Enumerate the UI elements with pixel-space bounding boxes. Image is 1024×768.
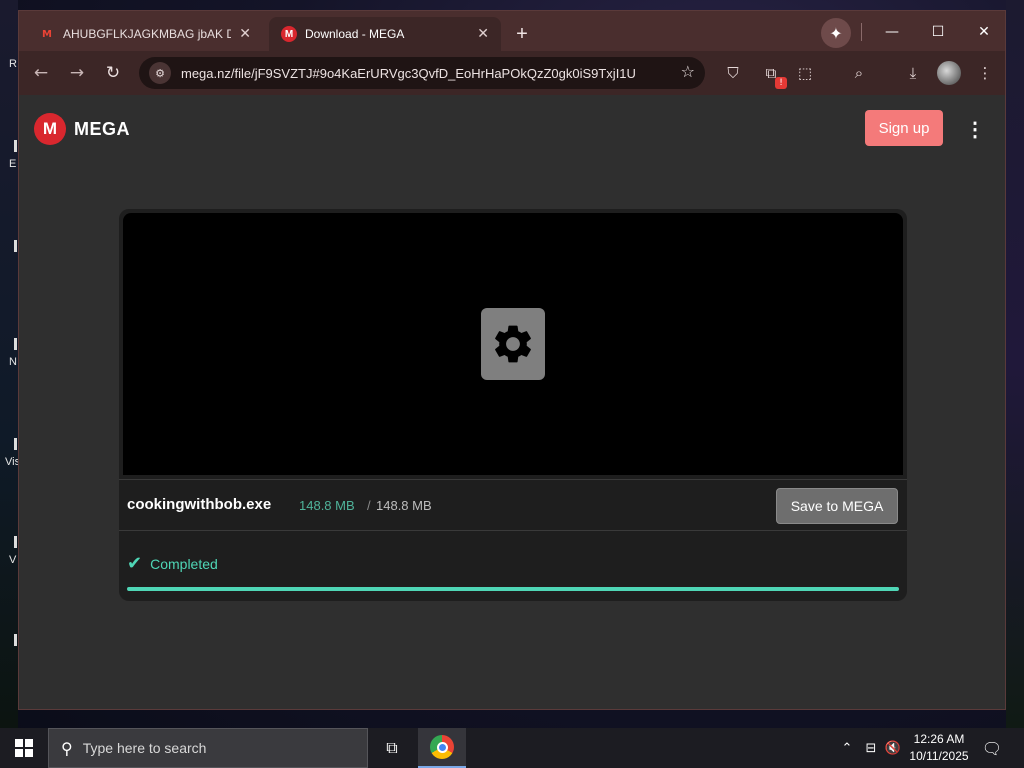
file-info-row: cookingwithbob.exe 148.8 MB / 148.8 MB S… bbox=[119, 479, 907, 531]
tab-gmail[interactable]: M AHUBGFLKJAGKMBAG jbAK DIY ✕ bbox=[27, 17, 263, 51]
mega-icon: M bbox=[281, 26, 297, 42]
tab-search-icon[interactable]: ⌕ bbox=[847, 61, 871, 85]
back-arrow-icon[interactable]: ← bbox=[27, 59, 55, 87]
desktop-icon[interactable] bbox=[14, 438, 17, 450]
shield-extension-icon[interactable]: ⛉ bbox=[721, 61, 745, 85]
progress-fill bbox=[127, 587, 899, 591]
mega-page: M MEGA Sign up ⋮ cookingwithbob.exe 148.… bbox=[19, 95, 1005, 709]
chevron-up-icon[interactable]: ⌃ bbox=[838, 738, 856, 758]
new-tab-button[interactable]: + bbox=[509, 21, 535, 47]
more-menu-icon[interactable]: ⋮ bbox=[965, 119, 985, 141]
desktop-icon[interactable] bbox=[14, 338, 17, 350]
download-icon[interactable]: ⤓ bbox=[901, 61, 925, 85]
size-separator: / bbox=[367, 498, 371, 513]
download-card: cookingwithbob.exe 148.8 MB / 148.8 MB S… bbox=[119, 209, 907, 601]
address-bar[interactable]: ⚙ mega.nz/file/jF9SVZTJ#9o4KaErURVgc3Qvf… bbox=[139, 57, 705, 89]
windows-start-icon[interactable] bbox=[0, 728, 48, 768]
chrome-icon bbox=[430, 735, 454, 759]
system-clock[interactable]: 12:26 AM 10/11/2025 bbox=[906, 731, 972, 765]
tab-title: AHUBGFLKJAGKMBAG jbAK DIY bbox=[63, 27, 232, 41]
notification-icon[interactable]: 🗨 bbox=[980, 736, 1004, 760]
mega-mark-icon: M bbox=[34, 113, 66, 145]
desktop-icon-label[interactable]: R bbox=[9, 58, 17, 70]
gmail-icon: M bbox=[42, 28, 52, 40]
gemini-sparkle-icon[interactable]: ✦ bbox=[821, 18, 851, 48]
tab-mega-download[interactable]: M Download - MEGA ✕ bbox=[269, 17, 501, 51]
profile-avatar[interactable] bbox=[937, 61, 961, 85]
desktop-right-edge bbox=[1006, 0, 1024, 728]
search-placeholder: Type here to search bbox=[82, 740, 207, 756]
volume-muted-icon[interactable]: 🔇 bbox=[884, 738, 902, 758]
search-icon: ⚲ bbox=[61, 738, 73, 758]
clock-time: 12:26 AM bbox=[913, 732, 965, 746]
tab-strip: M AHUBGFLKJAGKMBAG jbAK DIY ✕ M Download… bbox=[19, 11, 1005, 51]
progress-bar bbox=[127, 587, 899, 591]
tab-title: Download - MEGA bbox=[305, 27, 405, 41]
network-icon[interactable]: ⊟ bbox=[862, 738, 880, 758]
clock-date: 10/11/2025 bbox=[909, 749, 969, 763]
desktop-icon-label[interactable]: V bbox=[9, 554, 16, 566]
taskbar-search-input[interactable]: ⚲ Type here to search bbox=[48, 728, 368, 768]
task-view-icon[interactable]: ⧉ bbox=[372, 728, 412, 768]
downloaded-size: 148.8 MB bbox=[299, 498, 355, 513]
puzzle-extensions-icon[interactable]: ⬚ bbox=[793, 61, 817, 85]
close-window-button[interactable]: ✕ bbox=[961, 17, 1007, 47]
desktop-left-edge: R E N Vis V bbox=[0, 0, 20, 728]
close-tab-icon[interactable]: ✕ bbox=[239, 26, 251, 42]
download-status: ✔ Completed bbox=[127, 553, 218, 574]
minimize-button[interactable]: — bbox=[869, 17, 915, 47]
file-name: cookingwithbob.exe bbox=[127, 496, 272, 513]
desktop-icon[interactable] bbox=[14, 536, 17, 548]
desktop-icon[interactable] bbox=[14, 634, 17, 646]
bookmark-star-icon[interactable]: ☆ bbox=[681, 62, 695, 81]
desktop-icon-label[interactable]: N bbox=[9, 356, 17, 368]
gear-icon bbox=[481, 308, 545, 380]
mega-logo[interactable]: M MEGA bbox=[34, 113, 130, 145]
signup-button[interactable]: Sign up bbox=[865, 110, 943, 146]
close-tab-icon[interactable]: ✕ bbox=[477, 26, 489, 42]
status-text: Completed bbox=[150, 555, 218, 572]
browser-menu-icon[interactable]: ⋮ bbox=[973, 61, 997, 85]
browser-window: M AHUBGFLKJAGKMBAG jbAK DIY ✕ M Download… bbox=[18, 10, 1006, 710]
site-settings-icon[interactable]: ⚙ bbox=[149, 62, 171, 84]
divider bbox=[861, 23, 862, 41]
url-text[interactable]: mega.nz/file/jF9SVZTJ#9o4KaErURVgc3QvfD_… bbox=[181, 66, 671, 81]
extension-alert-icon[interactable]: ⧉! bbox=[759, 61, 787, 89]
save-to-mega-button[interactable]: Save to MEGA bbox=[776, 488, 898, 524]
maximize-button[interactable]: ☐ bbox=[915, 17, 961, 47]
taskbar: ⚲ Type here to search ⧉ ⌃ ⊟ 🔇 12:26 AM 1… bbox=[0, 728, 1024, 768]
desktop-icon[interactable] bbox=[14, 240, 17, 252]
chrome-taskbar-button[interactable] bbox=[418, 728, 466, 768]
forward-arrow-icon[interactable]: → bbox=[63, 59, 91, 87]
desktop-icon-label[interactable]: E bbox=[9, 158, 16, 170]
browser-toolbar: ← → ↻ ⚙ mega.nz/file/jF9SVZTJ#9o4KaErURV… bbox=[19, 51, 1005, 95]
mega-wordmark: MEGA bbox=[74, 118, 130, 139]
desktop-icon[interactable] bbox=[14, 140, 17, 152]
reload-icon[interactable]: ↻ bbox=[99, 59, 127, 87]
file-preview bbox=[123, 213, 903, 475]
checkmark-icon: ✔ bbox=[127, 553, 143, 574]
alert-badge-icon: ! bbox=[775, 77, 787, 89]
total-size: 148.8 MB bbox=[376, 498, 432, 513]
